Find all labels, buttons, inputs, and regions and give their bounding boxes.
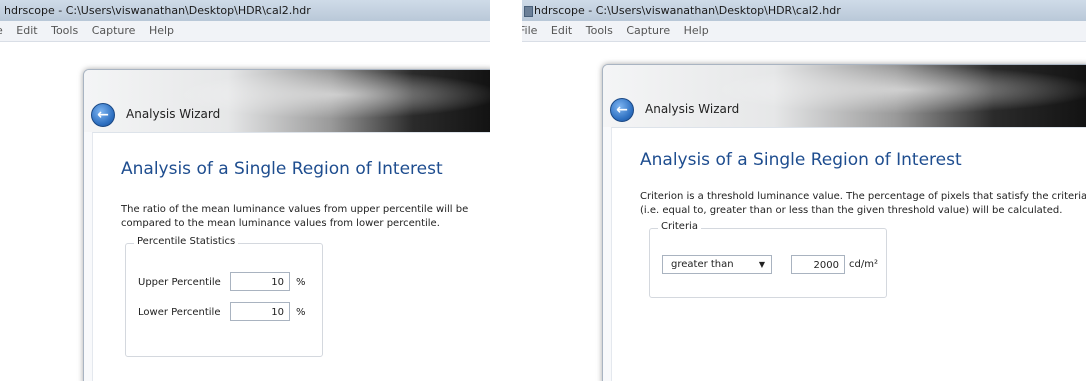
wizard-page: Analysis of a Single Region of Interest … bbox=[611, 127, 1086, 381]
menu-help[interactable]: Help bbox=[149, 21, 174, 41]
title-bar: hdrscope - C:\Users\viswanathan\Desktop\… bbox=[0, 0, 490, 21]
analysis-wizard-dialog: ← Analysis Wizard Analysis of a Single R… bbox=[83, 69, 490, 381]
upper-percentile-input[interactable]: 10 bbox=[230, 272, 290, 291]
upper-percentile-unit: % bbox=[296, 277, 306, 288]
threshold-unit: cd/m² bbox=[849, 259, 878, 270]
lower-percentile-input[interactable]: 10 bbox=[230, 302, 290, 321]
left-screenshot: hdrscope - C:\Users\viswanathan\Desktop\… bbox=[0, 0, 490, 381]
menu-edit[interactable]: Edit bbox=[16, 21, 37, 41]
menu-file[interactable]: e bbox=[0, 21, 3, 41]
page-heading: Analysis of a Single Region of Interest bbox=[640, 150, 962, 170]
page-description: The ratio of the mean luminance values f… bbox=[121, 204, 469, 229]
menu-file[interactable]: File bbox=[522, 21, 537, 41]
window-title: hdrscope - C:\Users\viswanathan\Desktop\… bbox=[4, 4, 311, 17]
upper-percentile-label: Upper Percentile bbox=[138, 277, 221, 288]
percentile-statistics-group: Percentile Statistics Upper Percentile 1… bbox=[125, 236, 323, 357]
right-screenshot: hdrscope - C:\Users\viswanathan\Desktop\… bbox=[522, 0, 1086, 381]
menu-capture[interactable]: Capture bbox=[92, 21, 136, 41]
lower-percentile-label: Lower Percentile bbox=[138, 307, 221, 318]
chevron-down-icon[interactable]: ▼ bbox=[759, 256, 765, 273]
menu-bar: File Edit Tools Capture Help bbox=[522, 21, 1086, 42]
criteria-selected-value: greater than bbox=[671, 259, 734, 270]
lower-percentile-unit: % bbox=[296, 307, 306, 318]
menu-help[interactable]: Help bbox=[684, 21, 709, 41]
menu-tools[interactable]: Tools bbox=[51, 21, 78, 41]
wizard-header: ← Analysis Wizard bbox=[603, 65, 1086, 127]
back-arrow-icon[interactable]: ← bbox=[91, 103, 115, 127]
group-title: Percentile Statistics bbox=[134, 236, 239, 247]
wizard-title: Analysis Wizard bbox=[126, 107, 221, 121]
criteria-dropdown[interactable]: greater than ▼ bbox=[662, 255, 772, 274]
header-glare bbox=[84, 70, 490, 132]
menu-bar: e Edit Tools Capture Help bbox=[0, 21, 490, 42]
menu-edit[interactable]: Edit bbox=[551, 21, 572, 41]
window-title: hdrscope - C:\Users\viswanathan\Desktop\… bbox=[534, 4, 841, 17]
threshold-input[interactable]: 2000 bbox=[791, 255, 845, 274]
back-arrow-icon[interactable]: ← bbox=[610, 98, 634, 122]
page-description: Criterion is a threshold luminance value… bbox=[640, 191, 1086, 216]
criteria-group: Criteria greater than ▼ 2000 cd/m² bbox=[649, 221, 887, 298]
header-glare bbox=[603, 65, 1086, 127]
group-title: Criteria bbox=[658, 221, 701, 232]
menu-tools[interactable]: Tools bbox=[586, 21, 613, 41]
wizard-page: Analysis of a Single Region of Interest … bbox=[92, 132, 490, 381]
menu-capture[interactable]: Capture bbox=[626, 21, 670, 41]
app-window-icon bbox=[524, 6, 533, 17]
page-heading: Analysis of a Single Region of Interest bbox=[121, 159, 443, 179]
wizard-title: Analysis Wizard bbox=[645, 102, 740, 116]
title-bar: hdrscope - C:\Users\viswanathan\Desktop\… bbox=[522, 0, 1086, 21]
wizard-header: ← Analysis Wizard bbox=[84, 70, 490, 132]
analysis-wizard-dialog: ← Analysis Wizard Analysis of a Single R… bbox=[602, 64, 1086, 381]
